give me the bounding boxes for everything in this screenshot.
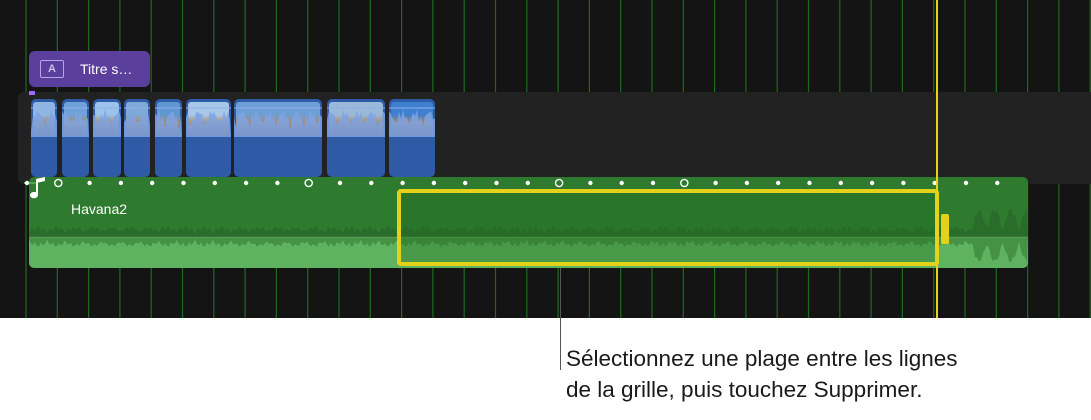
beat-marker <box>275 180 280 186</box>
callout-line-1: Sélectionnez une plage entre les lignes <box>566 346 958 371</box>
beat-marker <box>87 180 92 186</box>
callout-line <box>560 268 561 370</box>
beat-marker <box>807 180 812 186</box>
beat-marker <box>24 180 30 186</box>
beat-marker <box>494 180 499 186</box>
callout-line-2: de la grille, puis touchez Supprimer. <box>566 377 923 402</box>
beat-marker <box>650 180 656 186</box>
beat-marker <box>776 180 781 186</box>
beat-marker <box>554 178 564 188</box>
playhead[interactable] <box>936 0 938 318</box>
timeline-area[interactable]: A Titre s… Havana2 <box>0 0 1091 318</box>
beat-marker <box>54 178 63 188</box>
beat-marker <box>212 180 217 186</box>
beat-marker <box>463 180 468 186</box>
beat-markers <box>24 178 1000 188</box>
beat-marker <box>243 180 249 186</box>
beat-marker <box>369 180 374 186</box>
beat-marker <box>525 180 530 186</box>
beat-marker <box>901 180 906 186</box>
selection-range[interactable] <box>397 189 939 266</box>
beat-marker <box>118 180 124 186</box>
selection-end-handle[interactable] <box>941 214 949 244</box>
beat-marker <box>181 180 186 186</box>
beat-marker <box>963 180 969 186</box>
beat-marker <box>995 180 1000 186</box>
beat-marker <box>400 180 405 186</box>
beat-marker <box>588 180 593 186</box>
beat-marker <box>713 180 718 186</box>
beat-marker <box>304 178 314 188</box>
beat-marker <box>337 180 343 186</box>
beat-marker <box>744 180 750 186</box>
beat-marker <box>150 180 155 186</box>
beat-marker <box>869 180 875 186</box>
beat-marker <box>680 178 689 188</box>
callout-text: Sélectionnez une plage entre les lignes … <box>566 343 1086 405</box>
beat-marker <box>838 180 843 186</box>
beat-marker <box>431 180 437 186</box>
beat-marker <box>619 180 624 186</box>
